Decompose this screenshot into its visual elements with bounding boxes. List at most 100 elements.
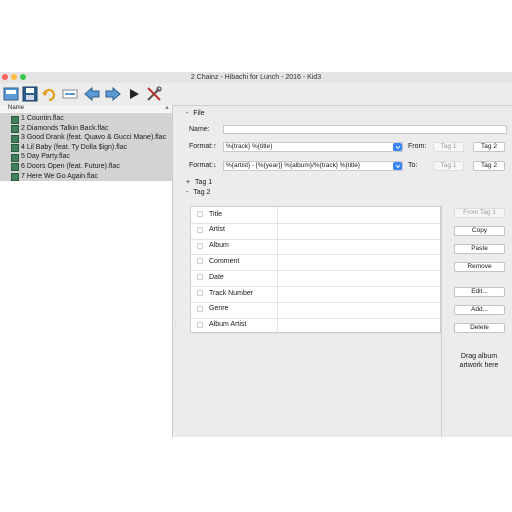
frame-value-cell[interactable] <box>278 239 441 255</box>
file-name: 3 Good Drank (feat. Quavo & Gucci Mane).… <box>21 134 167 142</box>
file-list-header[interactable]: Name ▲ <box>0 105 172 114</box>
table-row[interactable]: Track Number <box>191 286 441 303</box>
row-checkbox[interactable] <box>197 226 203 233</box>
row-checkbox[interactable] <box>197 211 203 217</box>
table-row[interactable]: Artist <box>191 222 441 240</box>
frame-value-cell[interactable] <box>278 318 441 334</box>
row-checkbox[interactable] <box>197 305 203 312</box>
file-list-panel: Name ▲ 1 Countin.flac 2 Diamonds Talkin B… <box>0 105 173 437</box>
to-label: To: <box>408 162 418 169</box>
edit-button[interactable]: Edit... <box>454 287 505 297</box>
frame-value-cell[interactable] <box>278 254 441 270</box>
frame-value-cell[interactable] <box>278 302 441 318</box>
frame-name: Album Artist <box>209 321 247 329</box>
table-row[interactable]: Album <box>191 238 441 256</box>
tag1-section-toggle[interactable]: + <box>186 179 190 186</box>
table-row[interactable]: Genre <box>191 301 441 319</box>
table-row[interactable]: Album Artist <box>191 317 441 335</box>
window-title: 2 Chainz - Hibachi for Lunch - 2016 - Ki… <box>190 73 322 81</box>
scroll-up-icon[interactable]: ▲ <box>164 105 170 111</box>
file-name: 7 Here We Go Again.flac <box>21 172 98 180</box>
toolbar <box>0 83 512 106</box>
file-name: 4 Lil Baby (feat. Ty Dolla $ign).flac <box>21 143 128 151</box>
audio-file-icon <box>11 115 19 124</box>
play-icon[interactable] <box>125 85 142 102</box>
name-field[interactable] <box>223 125 507 134</box>
select-all-icon[interactable] <box>61 85 78 102</box>
row-checkbox[interactable] <box>197 242 203 249</box>
format-down-dropdown-icon[interactable] <box>393 162 402 170</box>
file-list-item[interactable]: 1 Countin.flac <box>0 114 172 124</box>
audio-file-icon <box>11 163 19 172</box>
frame-name: Title <box>209 210 222 218</box>
paste-button[interactable]: Paste <box>454 244 505 254</box>
from-tag1-button[interactable]: Tag 1 <box>433 142 464 152</box>
file-section-toggle[interactable]: - <box>186 110 188 117</box>
file-list: 1 Countin.flac 2 Diamonds Talkin Back.fla… <box>0 114 172 182</box>
revert-icon[interactable] <box>40 85 57 102</box>
save-icon[interactable] <box>21 85 38 102</box>
name-label: Name: <box>189 126 210 133</box>
frame-value-cell[interactable] <box>278 207 441 223</box>
file-name: 1 Countin.flac <box>21 115 64 122</box>
format-up-dropdown-icon[interactable] <box>393 143 402 151</box>
row-checkbox[interactable] <box>197 290 203 296</box>
table-row[interactable]: Date <box>191 270 441 287</box>
delete-button[interactable]: Delete <box>454 323 505 333</box>
file-list-item[interactable]: 2 Diamonds Talkin Back.flac <box>0 123 172 134</box>
tag2-frames-table: Title Artist Album Comment Date Track Number G… <box>190 206 441 335</box>
to-tag1-button[interactable]: Tag 1 <box>433 161 464 171</box>
tag2-section-title: Tag 2 <box>193 189 211 196</box>
row-checkbox[interactable] <box>197 274 203 281</box>
format-up-combobox[interactable]: %{track} %{title} <box>223 142 403 152</box>
file-list-item[interactable]: 6 Doors Open (feat. Future).flac <box>0 161 172 172</box>
frame-value-cell[interactable] <box>278 270 441 286</box>
file-section-header[interactable]: - File <box>186 110 205 117</box>
audio-file-icon <box>11 153 19 162</box>
frame-value-cell[interactable] <box>278 223 441 239</box>
audio-file-icon <box>11 144 19 153</box>
audio-file-icon <box>11 125 19 134</box>
from-label: From: <box>408 143 427 150</box>
from-tag2-button[interactable]: Tag 2 <box>473 142 505 152</box>
tag1-section-header[interactable]: + Tag 1 <box>186 179 212 186</box>
format-down-label: Format:↓ <box>189 162 217 169</box>
file-name: 5 Day Party.flac <box>21 153 70 161</box>
settings-icon[interactable] <box>145 85 162 102</box>
file-name: 6 Doors Open (feat. Future).flac <box>21 162 120 170</box>
remove-button[interactable]: Remove <box>454 262 505 272</box>
format-down-value: %{artist} - [%{year}] %{album}/%{track} … <box>226 162 361 169</box>
format-up-label: Format:↑ <box>189 143 217 150</box>
frame-name: Genre <box>209 305 229 313</box>
copy-button[interactable]: Copy <box>454 226 505 236</box>
next-icon[interactable] <box>104 85 121 102</box>
frame-value-cell[interactable] <box>278 286 441 302</box>
to-tag2-button[interactable]: Tag 2 <box>473 161 505 171</box>
file-list-item[interactable]: 5 Day Party.flac <box>0 152 172 162</box>
from-tag1-copy-button[interactable]: From Tag 1 <box>454 208 505 218</box>
tag1-section-title: Tag 1 <box>195 179 213 186</box>
tag2-section-toggle[interactable]: - <box>186 189 188 196</box>
row-checkbox[interactable] <box>197 258 203 265</box>
row-checkbox[interactable] <box>197 321 203 328</box>
artwork-drop-area[interactable]: Drag album artwork here <box>454 352 504 370</box>
frame-name: Track Number <box>209 289 254 297</box>
file-section-title: File <box>193 110 205 117</box>
table-row[interactable]: Title <box>191 207 441 224</box>
format-down-combobox[interactable]: %{artist} - [%{year}] %{album}/%{track} … <box>223 161 403 171</box>
audio-file-icon <box>11 173 19 182</box>
file-list-item[interactable]: 7 Here We Go Again.flac <box>0 171 172 182</box>
name-column-header[interactable]: Name <box>8 105 24 111</box>
new-icon[interactable] <box>2 85 19 102</box>
file-list-item[interactable]: 4 Lil Baby (feat. Ty Dolla $ign).flac <box>0 142 172 153</box>
kid3-window: 2 Chainz - Hibachi for Lunch - 2016 - Ki… <box>0 72 512 437</box>
add-button[interactable]: Add... <box>454 305 505 315</box>
tag2-section-header[interactable]: - Tag 2 <box>186 189 210 196</box>
frame-name: Date <box>209 273 224 281</box>
table-row[interactable]: Comment <box>191 254 441 272</box>
file-name: 2 Diamonds Talkin Back.flac <box>21 124 109 132</box>
audio-file-icon <box>11 134 19 143</box>
format-up-value: %{track} %{title} <box>226 143 273 150</box>
previous-icon[interactable] <box>83 85 100 102</box>
file-list-item[interactable]: 3 Good Drank (feat. Quavo & Gucci Mane).… <box>0 133 172 143</box>
